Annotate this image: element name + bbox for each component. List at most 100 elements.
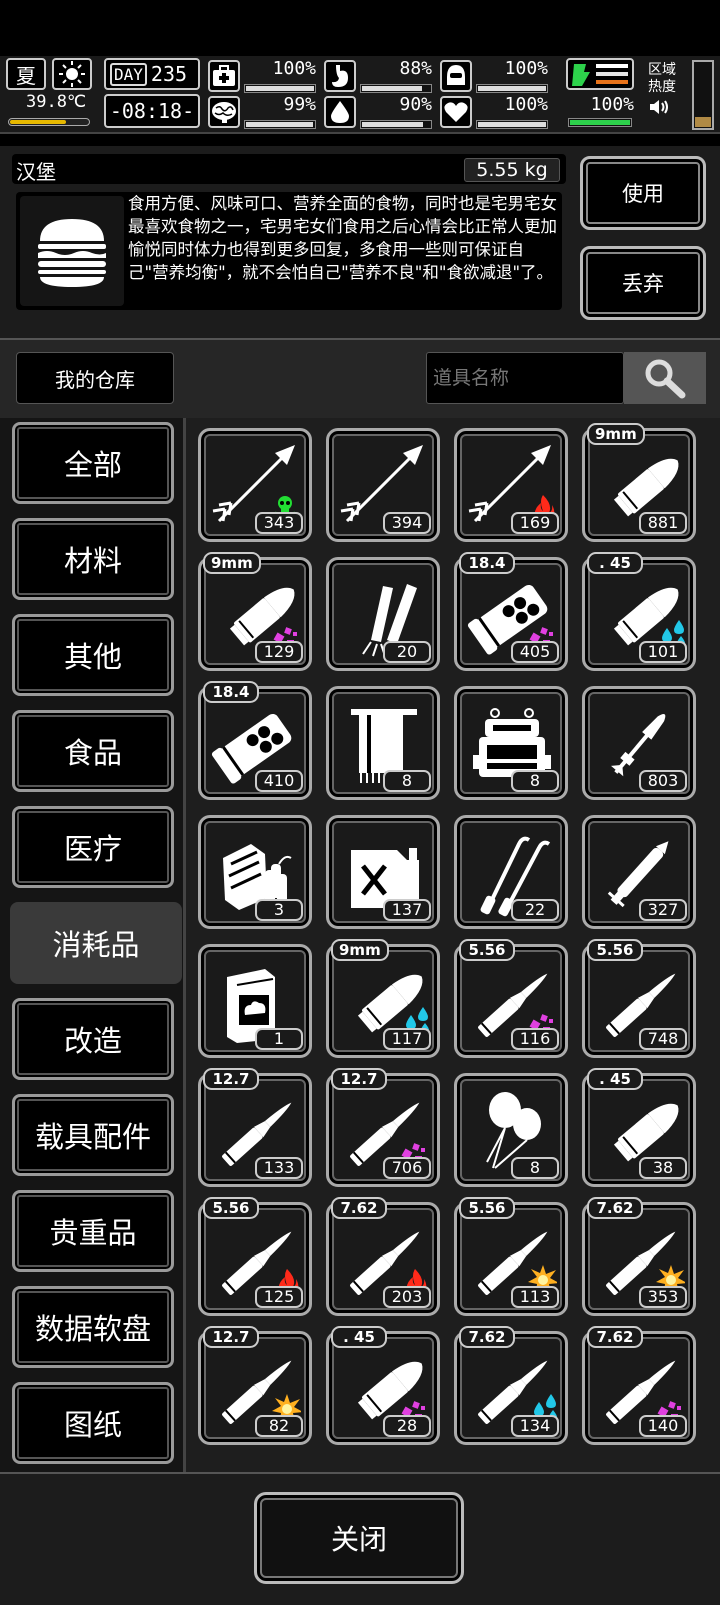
inventory-slot[interactable]: 1 <box>198 944 312 1058</box>
armor-value: 100% <box>504 58 548 79</box>
item-count: 38 <box>639 1157 687 1179</box>
item-count: 82 <box>255 1415 303 1437</box>
inventory-slot[interactable]: 327 <box>582 815 696 929</box>
inventory-slot[interactable]: 343 <box>198 428 312 542</box>
category-tab[interactable]: 改造 <box>12 998 174 1080</box>
caliber-badge: . 45 <box>331 1326 387 1348</box>
use-button[interactable]: 使用 <box>580 156 706 230</box>
caliber-badge: 18.4 <box>203 681 259 703</box>
item-count: 22 <box>511 899 559 921</box>
inventory-slot[interactable]: 12.7 82 <box>198 1326 312 1445</box>
item-count: 125 <box>255 1286 303 1308</box>
caliber-badge: . 45 <box>587 552 643 574</box>
heart-icon <box>440 96 472 128</box>
category-tab[interactable]: 数据软盘 <box>12 1286 174 1368</box>
item-count: 8 <box>383 770 431 792</box>
item-count: 137 <box>383 899 431 921</box>
category-tab[interactable]: 图纸 <box>12 1382 174 1464</box>
thirst-bar <box>360 120 432 129</box>
energy-value: 100% <box>590 94 634 115</box>
speaker-icon[interactable] <box>648 98 688 121</box>
zone-heat-label: 区域 热度 <box>648 62 688 121</box>
warehouse-tab[interactable]: 我的仓库 <box>16 352 174 404</box>
item-count: 881 <box>639 512 687 534</box>
item-count: 3 <box>255 899 303 921</box>
category-sidebar: 全部材料其他食品医疗消耗品改造载具配件贵重品数据软盘图纸 <box>0 418 186 1472</box>
temperature-fill <box>10 120 66 124</box>
item-weight: 5.55 kg <box>464 158 560 182</box>
brain-fill <box>246 122 314 127</box>
inventory-slot[interactable]: 3 <box>198 815 312 929</box>
inventory-slot[interactable]: 9mm 117 <box>326 939 440 1058</box>
category-tab[interactable]: 其他 <box>12 614 174 696</box>
item-count: 203 <box>383 1286 431 1308</box>
inventory-slot[interactable]: 7.62 353 <box>582 1197 696 1316</box>
bottom-bar: 关闭 <box>0 1472 720 1605</box>
inventory-slot[interactable]: 5.56 125 <box>198 1197 312 1316</box>
hunger-value: 88% <box>399 58 432 79</box>
health-fill <box>246 86 314 91</box>
inventory-slot[interactable]: 20 <box>326 557 440 671</box>
brain-value: 99% <box>283 94 316 115</box>
category-tab[interactable]: 贵重品 <box>12 1190 174 1272</box>
inventory-slot[interactable]: 8 <box>454 686 568 800</box>
item-count: 410 <box>255 770 303 792</box>
inventory-slot[interactable]: 5.56 116 <box>454 939 568 1058</box>
inventory-slot[interactable]: 18.4 405 <box>454 552 568 671</box>
item-count: 803 <box>639 770 687 792</box>
thirst-stat: 90% <box>324 94 432 130</box>
caliber-badge: 18.4 <box>459 552 515 574</box>
zone-heat-bar <box>692 60 714 130</box>
inventory-slot[interactable]: 137 <box>326 815 440 929</box>
category-tab[interactable]: 载具配件 <box>12 1094 174 1176</box>
inventory-slot[interactable]: 803 <box>582 686 696 800</box>
close-button[interactable]: 关闭 <box>254 1492 464 1584</box>
item-count: 140 <box>639 1415 687 1437</box>
caliber-badge: 12.7 <box>203 1326 259 1348</box>
inventory-slot[interactable]: 8 <box>326 686 440 800</box>
inventory-slot[interactable]: . 45 101 <box>582 552 696 671</box>
day-number: 235 <box>150 62 188 86</box>
stomach-icon <box>324 60 356 92</box>
inventory-slot[interactable]: . 45 28 <box>326 1326 440 1445</box>
brain-stat: 99% <box>208 94 316 130</box>
inventory-slot[interactable]: 9mm 129 <box>198 552 312 671</box>
item-count: 353 <box>639 1286 687 1308</box>
category-tab[interactable]: 消耗品 <box>10 902 182 984</box>
inventory-slot[interactable]: 7.62 140 <box>582 1326 696 1445</box>
hunger-stat: 88% <box>324 58 432 94</box>
zone-label: 区域 <box>648 62 676 78</box>
item-count: 8 <box>511 770 559 792</box>
inventory-slot[interactable]: 8 <box>454 1073 568 1187</box>
item-title-bar: 汉堡 5.55 kg <box>12 154 566 184</box>
mood-fill <box>478 122 546 127</box>
burger-icon <box>20 196 124 306</box>
category-tab[interactable]: 食品 <box>12 710 174 792</box>
drop-button[interactable]: 丢弃 <box>580 246 706 320</box>
caliber-badge: 5.56 <box>587 939 643 961</box>
item-count: 116 <box>511 1028 559 1050</box>
inventory-slot[interactable]: 7.62 203 <box>326 1197 440 1316</box>
inventory-slot[interactable]: 12.7 133 <box>198 1068 312 1187</box>
inventory-slot[interactable]: 394 <box>326 428 440 542</box>
mood-value: 100% <box>504 94 548 115</box>
water-drop-icon <box>324 96 356 128</box>
category-tab[interactable]: 医疗 <box>12 806 174 888</box>
search-button[interactable] <box>624 352 706 404</box>
inventory-slot[interactable]: 5.56 113 <box>454 1197 568 1316</box>
health-value: 100% <box>272 58 316 79</box>
inventory-slot[interactable]: 22 <box>454 815 568 929</box>
inventory-slot[interactable]: 12.7 706 <box>326 1068 440 1187</box>
caliber-badge: 7.62 <box>331 1197 387 1219</box>
search-input[interactable]: 道具名称 <box>426 352 624 404</box>
inventory-slot[interactable]: 169 <box>454 428 568 542</box>
inventory-slot[interactable]: 5.56 748 <box>582 939 696 1058</box>
caliber-badge: 5.56 <box>459 1197 515 1219</box>
category-tab[interactable]: 全部 <box>12 422 174 504</box>
inventory-slot[interactable]: 18.4 410 <box>198 681 312 800</box>
item-info: 食用方便、风味可口、营养全面的食物，同时也是宅男宅女最喜欢食物之一，宅男宅女们食… <box>16 192 562 310</box>
inventory-slot[interactable]: 9mm 881 <box>582 423 696 542</box>
category-tab[interactable]: 材料 <box>12 518 174 600</box>
inventory-slot[interactable]: . 45 38 <box>582 1068 696 1187</box>
inventory-slot[interactable]: 7.62 134 <box>454 1326 568 1445</box>
